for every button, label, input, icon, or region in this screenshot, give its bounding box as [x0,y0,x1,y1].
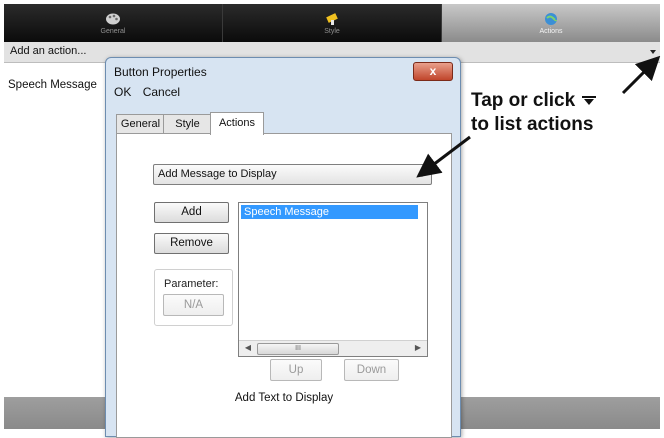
arrow-to-action-bar [621,55,661,95]
tab-actions-dialog[interactable]: Actions [210,112,264,135]
arrow-to-select [416,135,471,178]
annotation-arrows [416,55,661,178]
tab-label: Actions [218,117,256,129]
